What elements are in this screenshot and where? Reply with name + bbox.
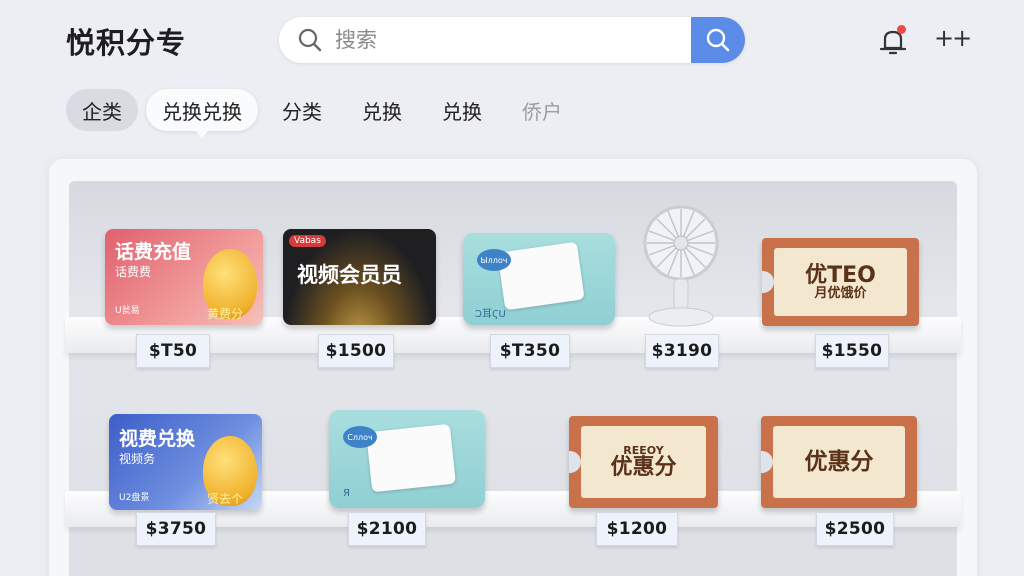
price-tag: $2500 [816,512,894,546]
price-tag: $3190 [645,334,719,368]
desk-fan[interactable] [640,203,722,328]
fan-icon [643,205,719,327]
notification-dot [897,25,906,34]
coupon-card[interactable]: 优TEO 月优饿价 [762,238,919,326]
app-title: 悦积分专 [66,26,187,60]
tab-3[interactable]: 分类 [266,89,338,131]
search-button[interactable] [691,17,745,63]
price-tag: $1500 [318,334,394,368]
coupon-card[interactable]: REEOY 优惠分 [569,416,718,508]
category-tabs: 企类 兑换兑换 分类 兑换 兑换 侨户 [66,89,578,138]
notification-bell-icon[interactable] [876,24,910,58]
search-bar[interactable] [279,17,745,63]
tab-4[interactable]: 兑换 [346,89,418,131]
tab-2-active[interactable]: 兑换兑换 [146,89,258,138]
add-icon[interactable]: ++ [934,24,972,52]
search-input[interactable] [333,28,691,52]
video-exchange-card[interactable]: 视费兑换 视频务 U2盘景 贤去个 [109,414,262,510]
price-tag: $3750 [136,512,216,546]
coupon-card[interactable]: 优惠分 [761,416,917,508]
search-icon [287,17,333,63]
phone-credit-card[interactable]: 话费充值 话费费 U瓮易 黄费分 [105,229,263,325]
price-tag: $T350 [490,334,570,368]
video-vip-card[interactable]: Vabas 视频会员员 [283,229,436,325]
tab-6[interactable]: 侨户 [506,89,578,131]
price-tag: $T50 [136,334,210,368]
tissue-pack[interactable]: Ыллоч Ͻ耳ϚU [463,233,615,325]
tissue-pack[interactable]: Сллоч Я [329,410,485,508]
price-tag: $2100 [348,512,426,546]
search-icon [706,28,730,52]
tab-5[interactable]: 兑换 [426,89,498,131]
price-tag: $1550 [815,334,889,368]
tab-1[interactable]: 企类 [66,89,138,131]
price-tag: $1200 [596,512,678,546]
